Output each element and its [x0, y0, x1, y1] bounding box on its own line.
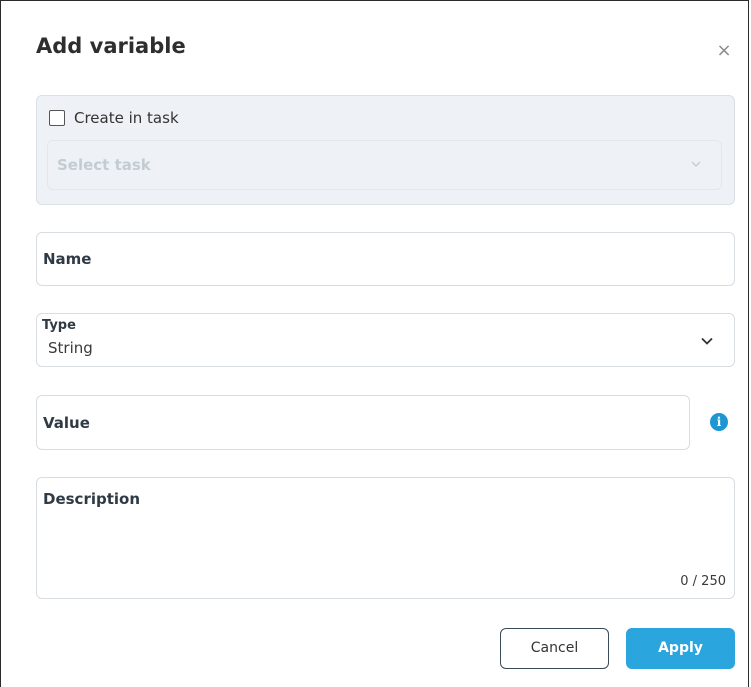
close-icon[interactable]: ×	[714, 41, 734, 61]
task-panel: Create in task Select task	[36, 95, 735, 205]
info-icon[interactable]: i	[710, 413, 728, 431]
type-value: String	[48, 339, 93, 357]
chevron-down-icon	[691, 161, 701, 167]
apply-button[interactable]: Apply	[626, 628, 735, 669]
select-task-dropdown[interactable]: Select task	[47, 140, 722, 190]
create-in-task-label: Create in task	[74, 109, 179, 127]
checkbox-box[interactable]	[49, 110, 65, 126]
dialog-title: Add variable	[36, 34, 186, 58]
description-field[interactable]: Description 0 / 250	[36, 477, 735, 599]
name-field[interactable]: Name	[36, 232, 735, 286]
select-task-placeholder: Select task	[57, 156, 151, 174]
value-label: Value	[43, 414, 90, 432]
value-field[interactable]: Value	[36, 395, 690, 450]
type-label: Type	[42, 318, 76, 333]
create-in-task-checkbox[interactable]: Create in task	[49, 109, 179, 127]
name-label: Name	[43, 250, 92, 268]
cancel-button[interactable]: Cancel	[500, 628, 609, 669]
description-label: Description	[43, 490, 141, 508]
character-counter: 0 / 250	[680, 574, 726, 589]
add-variable-dialog: Add variable × Create in task Select tas…	[0, 0, 749, 687]
chevron-down-icon	[701, 337, 713, 345]
type-select[interactable]: Type String	[36, 313, 735, 367]
